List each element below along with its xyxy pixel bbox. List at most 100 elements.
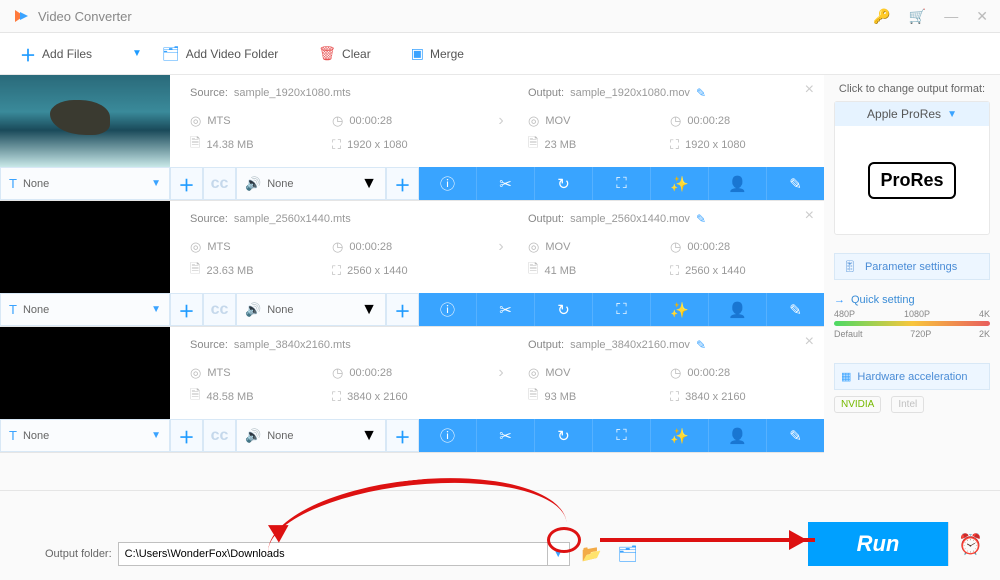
run-button[interactable]: Run (808, 522, 948, 566)
edit-tool-icon[interactable]: 👤 (709, 167, 767, 200)
edit-tool-icon[interactable]: ⓘ (419, 293, 477, 326)
add-subtitle-button[interactable]: ＋ (170, 167, 203, 200)
quality-slider[interactable] (834, 321, 990, 326)
param-settings-label: Parameter settings (865, 261, 957, 273)
add-folder-button[interactable]: 🗂 Add Video Folder (162, 45, 278, 62)
add-folder-label: Add Video Folder (186, 47, 279, 61)
source-resolution: 1920 x 1080 (347, 139, 408, 151)
source-format: MTS (207, 367, 230, 379)
video-thumbnail[interactable] (0, 327, 170, 419)
add-files-button[interactable]: ＋ Add Files (20, 42, 92, 66)
output-resolution: 2560 x 1440 (685, 265, 746, 277)
output-folder-input[interactable] (118, 542, 548, 566)
source-filename: sample_2560x1440.mts (234, 213, 351, 225)
edit-tool-icon[interactable]: ↻ (535, 419, 593, 452)
add-subtitle-button[interactable]: ＋ (170, 419, 203, 452)
cart-icon[interactable]: 🛒 (909, 9, 926, 23)
cc-button[interactable]: cc (203, 419, 236, 452)
subtitle-select[interactable]: T None ▼ (0, 293, 170, 326)
source-duration: 00:00:28 (349, 115, 392, 127)
source-duration: 00:00:28 (349, 241, 392, 253)
edit-tool-icon[interactable]: ✨ (651, 419, 709, 452)
rename-icon[interactable]: ✎ (696, 338, 706, 352)
key-icon[interactable]: 🔑 (873, 9, 890, 23)
edit-tool-icon[interactable]: ✂ (477, 419, 535, 452)
edit-tool-icon[interactable]: 👤 (709, 419, 767, 452)
audio-select[interactable]: 🔊 None ▼ (236, 419, 386, 452)
arrow-right-icon: → (834, 294, 845, 306)
video-thumbnail[interactable] (0, 201, 170, 293)
clear-button[interactable]: 🗑 Clear (318, 45, 370, 62)
edit-tool-icon[interactable]: ⛶ (593, 167, 651, 200)
output-size: 41 MB (544, 265, 576, 277)
edit-tool-icon[interactable]: ✂ (477, 293, 535, 326)
source-resolution: 3840 x 2160 (347, 391, 408, 403)
edit-tool-icon[interactable]: ✨ (651, 293, 709, 326)
output-duration: 00:00:28 (687, 241, 730, 253)
hardware-accel-button[interactable]: ▦ Hardware acceleration (834, 363, 990, 390)
speaker-icon: 🔊 (245, 176, 261, 192)
source-resolution: 2560 x 1440 (347, 265, 408, 277)
clear-label: Clear (342, 47, 371, 61)
subtitle-value: None (23, 304, 145, 316)
cc-button[interactable]: cc (203, 293, 236, 326)
edit-tool-icon[interactable]: ⓘ (419, 419, 477, 452)
edit-tool-icon[interactable]: ⛶ (593, 419, 651, 452)
remove-item-button[interactable]: × (805, 333, 814, 351)
add-audio-button[interactable]: ＋ (386, 419, 419, 452)
codec-icon: ◎ (528, 113, 539, 129)
codec-icon: ◎ (528, 365, 539, 381)
subtitle-select[interactable]: T None ▼ (0, 419, 170, 452)
close-button[interactable]: ✕ (976, 9, 988, 23)
edit-tool-icon[interactable]: ✎ (767, 293, 824, 326)
output-duration: 00:00:28 (687, 115, 730, 127)
file-icon: 🗎 (190, 260, 200, 282)
cc-button[interactable]: cc (203, 167, 236, 200)
remove-item-button[interactable]: × (805, 207, 814, 225)
subtitle-value: None (23, 178, 145, 190)
video-thumbnail[interactable] (0, 75, 170, 167)
edit-tool-icon[interactable]: ↻ (535, 167, 593, 200)
minimize-button[interactable]: — (944, 9, 958, 23)
chip-icon: ▦ (841, 370, 851, 383)
trash-icon: 🗑 (318, 45, 336, 62)
subtitle-select[interactable]: T None ▼ (0, 167, 170, 200)
remove-item-button[interactable]: × (805, 81, 814, 99)
output-format-box[interactable]: Apple ProRes ▼ ProRes (834, 101, 990, 235)
edit-tool-icon[interactable]: ✨ (651, 167, 709, 200)
source-format: MTS (207, 241, 230, 253)
merge-button[interactable]: ▣ Merge (411, 45, 464, 62)
add-audio-button[interactable]: ＋ (386, 167, 419, 200)
edit-tool-icon[interactable]: ✎ (767, 419, 824, 452)
parameter-settings-button[interactable]: 🎚 Parameter settings (834, 253, 990, 280)
arrow-separator-icon: › (486, 201, 516, 293)
chevron-down-icon: ▼ (947, 109, 957, 120)
open-folder-button[interactable]: 📂 (578, 542, 606, 566)
plus-icon: ＋ (20, 42, 36, 66)
edit-toolstrip: ⓘ✂↻⛶✨👤✎ (419, 293, 824, 326)
intel-badge[interactable]: Intel (891, 396, 924, 413)
sliders-icon: 🎚 (843, 260, 857, 273)
edit-tool-icon[interactable]: ✎ (767, 167, 824, 200)
resolution-icon: ⛶ (670, 137, 679, 153)
add-subtitle-button[interactable]: ＋ (170, 293, 203, 326)
edit-toolstrip: ⓘ✂↻⛶✨👤✎ (419, 167, 824, 200)
subtitle-icon: T (9, 176, 17, 191)
rename-icon[interactable]: ✎ (696, 86, 706, 100)
rename-icon[interactable]: ✎ (696, 212, 706, 226)
browse-folder-button[interactable]: 🗂 (614, 542, 642, 566)
alarm-button[interactable]: ⏰ (948, 522, 992, 566)
add-audio-button[interactable]: ＋ (386, 293, 419, 326)
edit-tool-icon[interactable]: ✂ (477, 167, 535, 200)
edit-tool-icon[interactable]: 👤 (709, 293, 767, 326)
add-files-dropdown[interactable]: ▼ (132, 48, 142, 59)
edit-tool-icon[interactable]: ↻ (535, 293, 593, 326)
chevron-down-icon: ▼ (151, 304, 161, 315)
audio-select[interactable]: 🔊 None ▼ (236, 293, 386, 326)
format-name: Apple ProRes (867, 107, 941, 121)
audio-select[interactable]: 🔊 None ▼ (236, 167, 386, 200)
edit-tool-icon[interactable]: ⛶ (593, 293, 651, 326)
edit-tool-icon[interactable]: ⓘ (419, 167, 477, 200)
arrow-separator-icon: › (486, 75, 516, 167)
nvidia-badge[interactable]: NVIDIA (834, 396, 881, 413)
